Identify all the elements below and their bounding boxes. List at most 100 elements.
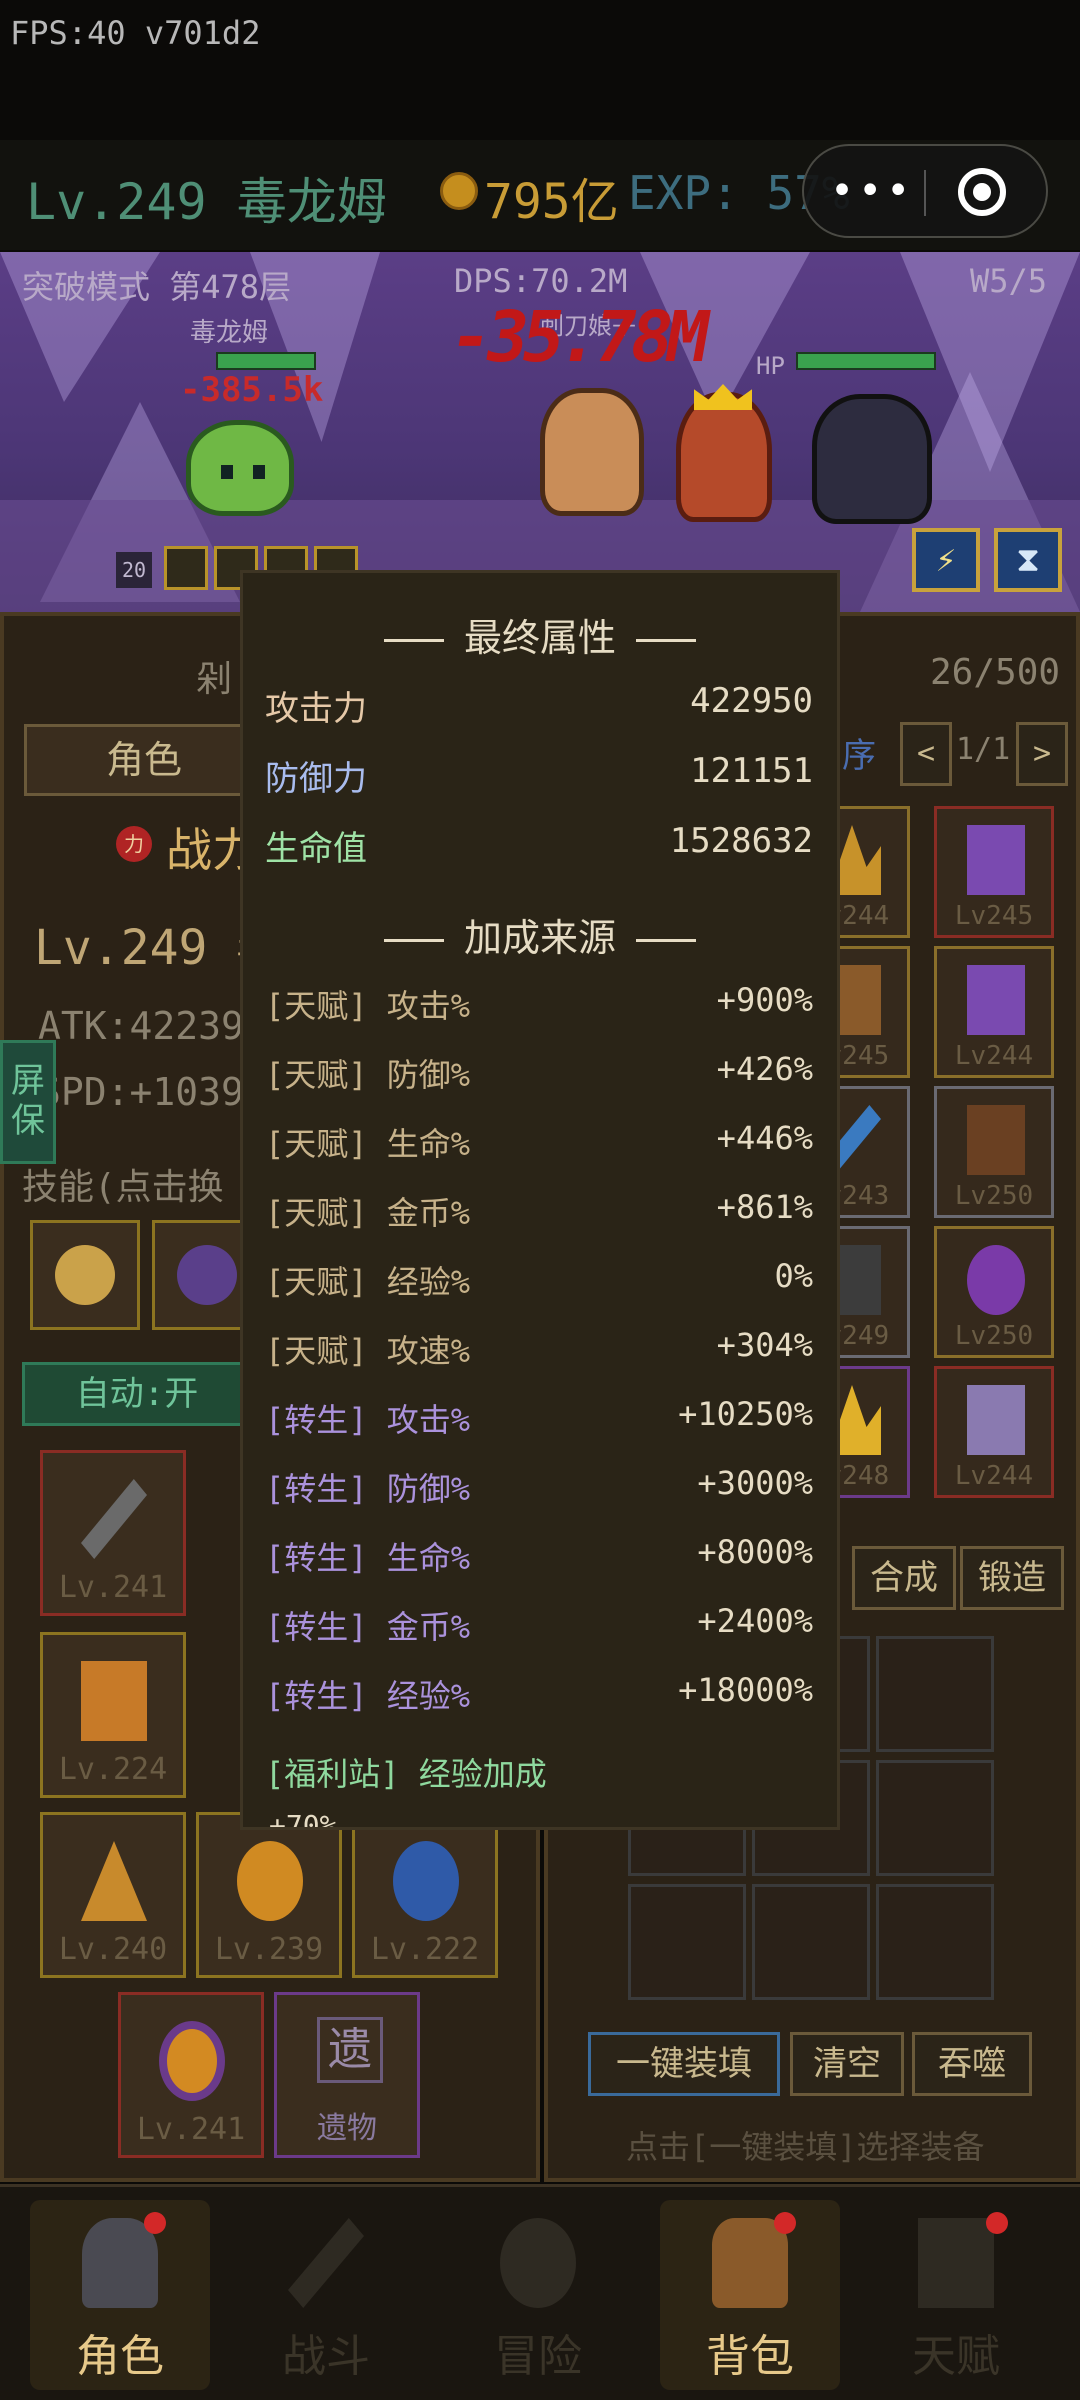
bonus-value: +304% (716, 1326, 813, 1364)
bonus-source-row: [天赋] 经验% 0% (265, 1257, 813, 1313)
backpack-item[interactable]: Lv250 (934, 1226, 1054, 1358)
bonus-name: [天赋] 防御% (265, 1056, 471, 1094)
notification-badge (774, 2212, 796, 2234)
final-stats-heading: 最终属性 (243, 607, 837, 662)
speed-boost-button[interactable]: ⚡ (912, 528, 980, 592)
empty-slot[interactable] (752, 1884, 870, 2000)
nav-battle[interactable]: 战斗 (236, 2200, 416, 2390)
buff-icon-1 (164, 546, 208, 590)
backpack-item[interactable]: Lv250 (934, 1086, 1054, 1218)
necklace-icon (967, 1245, 1025, 1315)
equip-slot-ring[interactable]: Lv.222 (352, 1812, 498, 1978)
dagger-icon (81, 1479, 147, 1559)
player-hp-bar (216, 352, 316, 370)
bonus-name: [转生] 金币% (265, 1608, 471, 1646)
next-page-button[interactable]: > (1016, 722, 1068, 786)
bonus-source-row: [转生] 攻击% +10250% (265, 1395, 813, 1451)
prev-page-button[interactable]: < (900, 722, 952, 786)
bonus-value: +10250% (678, 1395, 813, 1433)
empty-slot[interactable] (876, 1760, 994, 1876)
stat-name: 生命值 (265, 829, 367, 869)
nav-backpack[interactable]: 背包 (660, 2200, 840, 2390)
compass-icon (500, 2218, 576, 2308)
atk-stat: ATK:42239 (38, 1004, 244, 1048)
auto-skill-toggle[interactable]: 自动:开 (22, 1362, 252, 1426)
fps-counter: FPS:40 v701d2 (10, 14, 261, 52)
bonus-value: +3000% (697, 1464, 813, 1502)
bonus-value: +426% (716, 1050, 813, 1088)
player-name-label: 毒龙姆 (190, 318, 269, 348)
bonus-value: +2400% (697, 1602, 813, 1640)
bonus-name: [天赋] 经验% (265, 1263, 471, 1301)
backpack-item[interactable]: Lv244 (934, 946, 1054, 1078)
skill-hourglass-icon (177, 1245, 237, 1305)
forge-button[interactable]: 锻造 (960, 1546, 1064, 1610)
sword-icon (288, 2218, 364, 2308)
page-indicator: 1/1 (956, 732, 1011, 767)
equip-slot-wings[interactable]: Lv.240 (40, 1812, 186, 1978)
boss-hp-label: HP (756, 352, 785, 380)
bonus-name: [天赋] 攻击% (265, 987, 471, 1025)
relic-slot[interactable]: 遗 遗物 (274, 1992, 420, 2158)
tab-character[interactable]: 角色 (24, 724, 264, 796)
clear-button[interactable]: 清空 (790, 2032, 904, 2096)
battle-mode-label: 突破模式 第478层 (22, 268, 292, 306)
nav-character[interactable]: 角色 (30, 2200, 210, 2390)
nav-talent[interactable]: 天赋 (866, 2200, 1046, 2390)
empty-slot[interactable] (876, 1636, 994, 1752)
sort-button[interactable]: 序 (842, 728, 876, 777)
bonus-source-row: [转生] 生命% +8000% (265, 1533, 813, 1589)
stat-name: 攻击力 (265, 689, 367, 729)
equip-slot-pants[interactable]: Lv.224 (40, 1632, 186, 1798)
queen-enemy-sprite (676, 392, 772, 522)
close-miniprogram-icon[interactable] (958, 168, 1006, 216)
bonus-name: [转生] 生命% (265, 1539, 471, 1577)
capsule-divider (924, 170, 926, 216)
equip-slot-weapon[interactable]: Lv.241 (40, 1450, 186, 1616)
stat-value: 422950 (690, 681, 813, 721)
hourglass-button[interactable]: ⧗ (994, 528, 1062, 592)
backpack-capacity: 26/500 (930, 652, 1061, 693)
more-menu-button[interactable]: ••• (830, 168, 914, 214)
welfare-bonus-value: +70% (269, 1809, 337, 1830)
backpack-item[interactable]: Lv244 (934, 1366, 1054, 1498)
empty-slot[interactable] (876, 1884, 994, 2000)
nav-adventure[interactable]: 冒险 (448, 2200, 628, 2390)
empty-slot[interactable] (628, 1884, 746, 2000)
equip-slot-amulet[interactable]: Lv.239 (196, 1812, 342, 1978)
equip-slot-ring-2[interactable]: Lv.241 (118, 1992, 264, 2158)
final-stat-row: 防御力 121151 (265, 751, 813, 811)
bonus-value: +900% (716, 981, 813, 1019)
gold-amount: 795亿 (484, 174, 619, 230)
bonus-source-row: [天赋] 攻速% +304% (265, 1326, 813, 1382)
bonus-source-row: [转生] 经验% +18000% (265, 1671, 813, 1727)
bonus-sources-heading: 加成来源 (243, 907, 837, 962)
skills-label: 技能(点击换 (22, 1167, 224, 1208)
character-panel-header: 剁 (196, 659, 233, 700)
screensaver-side-tab[interactable]: 屏保 (0, 1040, 56, 1164)
bonus-name: [转生] 防御% (265, 1470, 471, 1508)
bonus-source-row: [转生] 金币% +2400% (265, 1602, 813, 1658)
ogre-enemy-sprite (540, 388, 644, 516)
stat-value: 121151 (690, 751, 813, 791)
boots-icon (967, 1385, 1025, 1455)
skill-sun-icon (55, 1245, 115, 1305)
attributes-modal: 最终属性 攻击力 422950 防御力 121151 生命值 1528632 加成来源 [… (240, 570, 840, 1830)
bonus-name: [天赋] 生命% (265, 1125, 471, 1163)
player-damage-number: -385.5k (180, 370, 324, 410)
bonus-value: +446% (716, 1119, 813, 1157)
dragon-enemy-sprite (812, 394, 932, 524)
backpack-item[interactable]: Lv245 (934, 806, 1054, 938)
player-slime-sprite (186, 420, 294, 516)
anvil-icon (918, 2218, 994, 2308)
bonus-source-row: [天赋] 生命% +446% (265, 1119, 813, 1175)
auto-fill-button[interactable]: 一键装填 (588, 2032, 780, 2096)
backpack-icon (712, 2218, 788, 2308)
amulet-icon (237, 1841, 303, 1921)
spd-stat: SPD:+1039 (38, 1070, 244, 1114)
skill-slot-1[interactable] (30, 1220, 140, 1330)
devour-button[interactable]: 吞噬 (912, 2032, 1032, 2096)
merge-button[interactable]: 合成 (852, 1546, 956, 1610)
buff-level-badge: 20 (116, 552, 152, 588)
bonus-name: [天赋] 金币% (265, 1194, 471, 1232)
